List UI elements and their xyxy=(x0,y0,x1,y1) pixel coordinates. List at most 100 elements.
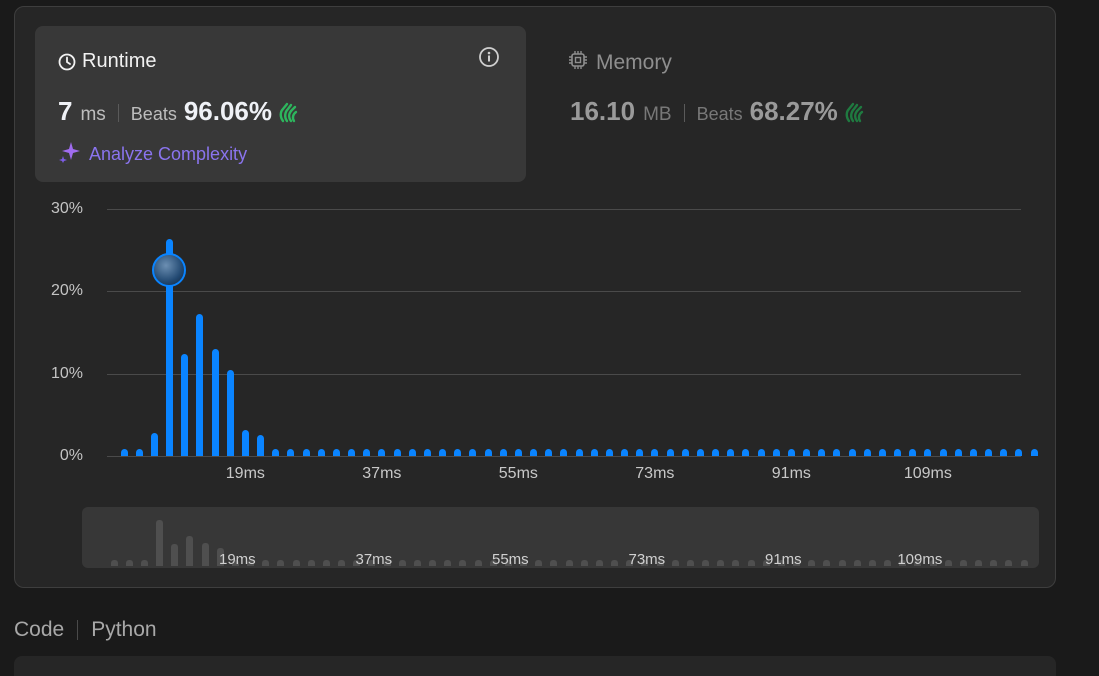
navigator-bar xyxy=(277,560,285,566)
chart-bar[interactable] xyxy=(712,449,719,456)
navigator-bar xyxy=(702,560,709,566)
x-tick-label: 91ms xyxy=(771,465,811,482)
chart-bar[interactable] xyxy=(363,449,371,456)
chart-bar[interactable] xyxy=(787,449,795,456)
navigator-bar xyxy=(201,543,209,566)
chart-bar[interactable] xyxy=(757,449,765,456)
analyze-complexity-link[interactable]: Analyze Complexity xyxy=(59,141,247,168)
user-submission-marker[interactable] xyxy=(151,253,186,287)
y-tick-label: 0% xyxy=(59,447,83,464)
chart-bar[interactable] xyxy=(393,449,401,456)
language-label[interactable]: Python xyxy=(91,618,156,642)
navigator-bar xyxy=(535,560,543,566)
chart-bar[interactable] xyxy=(924,449,932,456)
chart-bar[interactable] xyxy=(332,449,340,456)
chart-bar[interactable] xyxy=(454,449,462,456)
chart-bar[interactable] xyxy=(348,449,355,456)
chart-bar[interactable] xyxy=(196,313,204,456)
chart-bar[interactable] xyxy=(939,449,947,456)
tab-code[interactable]: Code xyxy=(14,618,64,642)
chart-bar[interactable] xyxy=(651,449,659,456)
memory-title: Memory xyxy=(596,51,672,74)
chart-bar[interactable] xyxy=(818,449,826,456)
chart-bar[interactable] xyxy=(1015,449,1023,456)
navigator-bar xyxy=(459,560,467,566)
chart-bar[interactable] xyxy=(150,432,158,456)
chart-bar[interactable] xyxy=(772,449,780,456)
chart-bar[interactable] xyxy=(272,449,280,456)
chart-bar[interactable] xyxy=(484,449,492,456)
chart-bar[interactable] xyxy=(969,449,977,456)
memory-header[interactable]: Memory xyxy=(568,50,672,76)
chart-bar[interactable] xyxy=(378,449,386,456)
chart-bar[interactable] xyxy=(514,449,522,456)
navigator-bar xyxy=(868,560,876,566)
chart-bar[interactable] xyxy=(287,449,295,456)
chart-bar[interactable] xyxy=(423,449,431,456)
chart-bar[interactable] xyxy=(894,449,901,456)
chart-bar[interactable] xyxy=(545,449,553,456)
chart-bar[interactable] xyxy=(530,449,537,456)
chart-bar[interactable] xyxy=(181,353,189,456)
navigator-bar xyxy=(474,560,482,566)
code-header: Code Python xyxy=(14,618,157,642)
navigator-bar xyxy=(429,560,436,566)
navigator-bar xyxy=(322,560,330,566)
chart-bar[interactable] xyxy=(696,449,704,456)
navigator-bar xyxy=(1005,560,1013,566)
navigator-bar xyxy=(125,560,133,566)
chart-bar[interactable] xyxy=(1030,449,1038,456)
navigator-x-label: 37ms xyxy=(355,551,393,568)
navigator-bar xyxy=(580,560,588,566)
navigator-bar xyxy=(717,560,725,566)
runtime-beats-percent: 96.06% xyxy=(183,96,273,126)
x-tick-label: 73ms xyxy=(635,465,675,482)
chart-bar[interactable] xyxy=(211,348,219,456)
navigator-x-label: 55ms xyxy=(491,551,529,568)
chart-bar[interactable] xyxy=(878,449,886,456)
chart-bar[interactable] xyxy=(727,449,735,456)
chart-bar[interactable] xyxy=(499,449,507,456)
chart-bar[interactable] xyxy=(575,449,583,456)
navigator-x-label: 109ms xyxy=(897,551,943,568)
x-tick-label: 19ms xyxy=(225,465,265,482)
chart-bar[interactable] xyxy=(985,449,992,456)
chart-bar[interactable] xyxy=(666,449,674,456)
chart-bar[interactable] xyxy=(226,369,234,456)
info-icon[interactable] xyxy=(478,46,500,73)
chart-bar[interactable] xyxy=(909,449,917,456)
chart-bar[interactable] xyxy=(590,449,598,456)
runtime-value-row: 7 ms Beats 96.06% xyxy=(58,96,302,127)
chart-bar[interactable] xyxy=(135,448,143,456)
chart-bar[interactable] xyxy=(636,449,644,456)
chart-bar[interactable] xyxy=(833,449,841,456)
chart-bar[interactable] xyxy=(469,449,477,456)
navigator-x-label: 73ms xyxy=(628,551,666,568)
chart-bar[interactable] xyxy=(439,449,446,456)
memory-beats-label: Beats xyxy=(696,104,743,124)
chart-bar[interactable] xyxy=(1000,449,1008,456)
navigator-bar xyxy=(686,560,694,566)
navigator-bar xyxy=(944,560,952,566)
chart-bar[interactable] xyxy=(803,449,810,456)
chart-bar[interactable] xyxy=(605,449,613,456)
chart-bar[interactable] xyxy=(560,449,568,456)
chart-bar[interactable] xyxy=(681,449,689,456)
chart-bar[interactable] xyxy=(408,449,416,456)
memory-value-row: 16.10 MB Beats 68.27% xyxy=(570,96,868,127)
chart-bar[interactable] xyxy=(120,449,128,456)
chart-range-navigator[interactable]: 19ms 37ms 55ms 73ms 91ms 109ms xyxy=(82,507,1039,568)
chart-bar[interactable] xyxy=(302,449,310,456)
chart-bar[interactable] xyxy=(257,434,264,456)
chart-bar[interactable] xyxy=(863,449,871,456)
chart-bar[interactable] xyxy=(241,429,249,456)
navigator-bar xyxy=(398,560,406,566)
chart-bar[interactable] xyxy=(621,449,628,456)
chart-bar[interactable] xyxy=(317,449,325,456)
chart-bar[interactable] xyxy=(954,449,962,456)
chart-bar[interactable] xyxy=(848,449,856,456)
navigator-bar xyxy=(338,560,345,566)
navigator-x-label: 91ms xyxy=(764,551,802,568)
chart-bar[interactable] xyxy=(742,449,750,456)
navigator-bar xyxy=(156,520,163,566)
